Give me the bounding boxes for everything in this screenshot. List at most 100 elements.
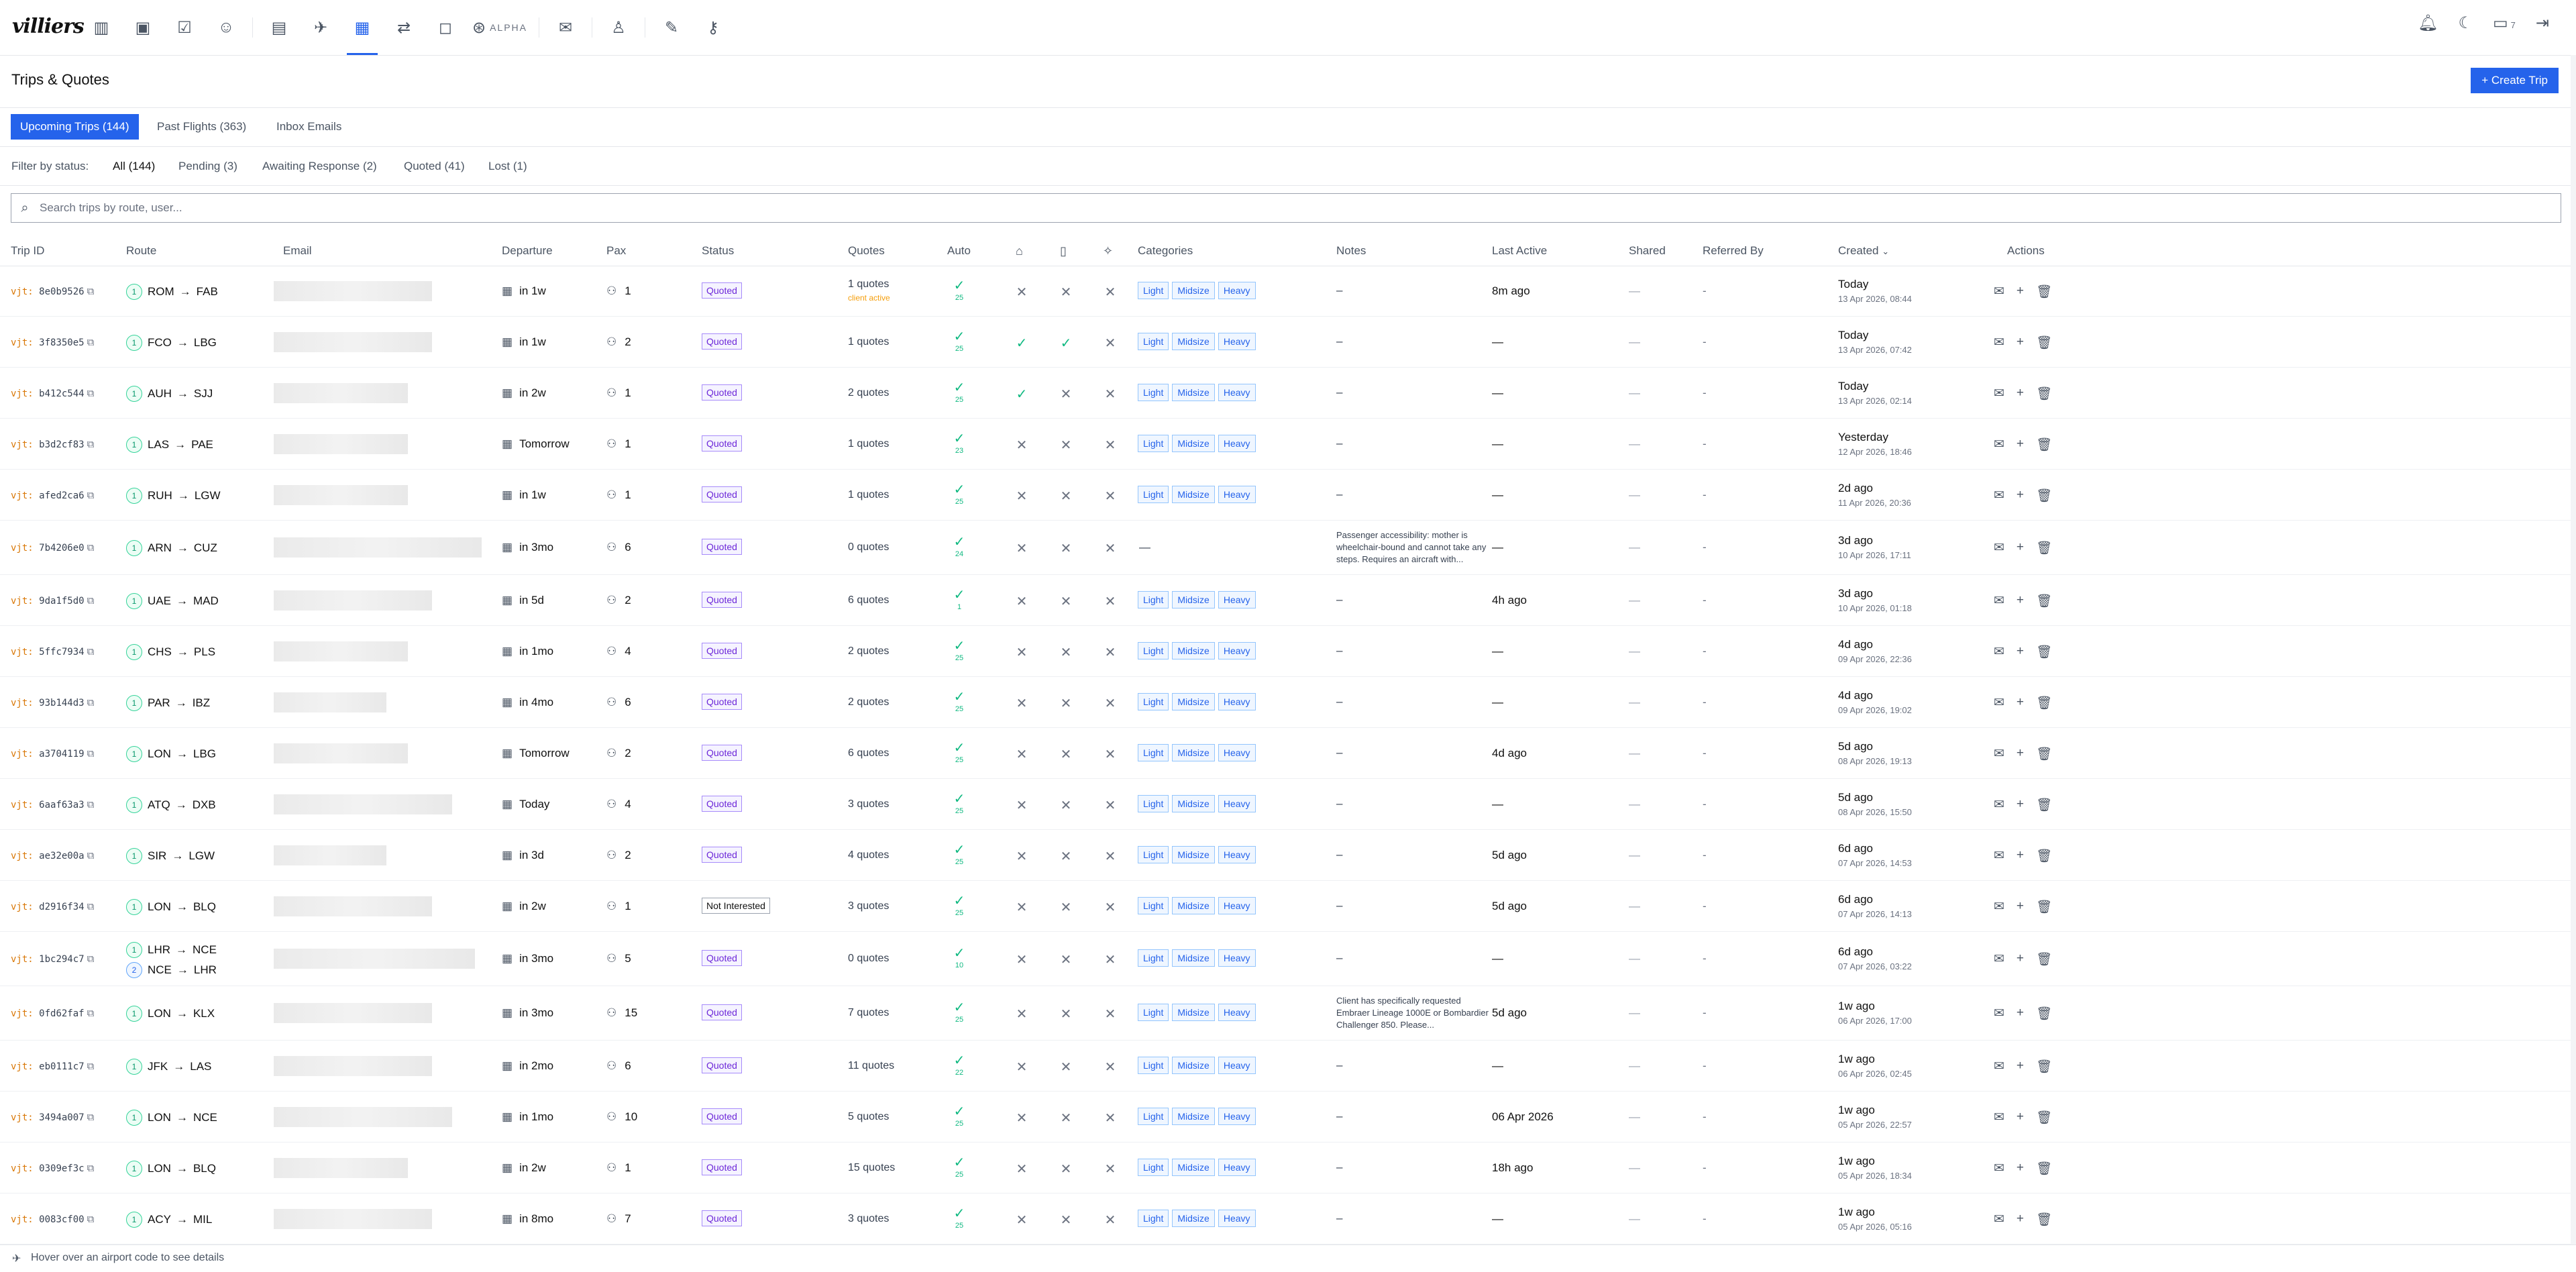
trash-icon[interactable]: 🗑︎ [2036, 540, 2052, 556]
category-tag[interactable]: Midsize [1172, 486, 1215, 503]
bell-icon[interactable]: 🔔︎ [2418, 13, 2438, 33]
notes-cell[interactable]: – [1336, 437, 1491, 449]
mail-icon[interactable]: ✉ [1994, 1161, 2004, 1177]
plus-icon[interactable]: + [2017, 335, 2024, 351]
notes-cell[interactable]: – [1336, 284, 1491, 297]
category-tag[interactable]: Light [1138, 591, 1169, 608]
notes-cell[interactable]: – [1336, 1059, 1491, 1071]
destination-airport[interactable]: LGW [195, 489, 221, 502]
notes-cell[interactable]: – [1336, 594, 1491, 606]
notes-cell[interactable]: – [1336, 335, 1491, 348]
table-row[interactable]: vjt: 9da1f5d0 ⧉ 1 UAE → MAD ▦ in 5d ⚇ 2 Quoted 6 qu… [0, 575, 2576, 626]
col-last-active[interactable]: Last Active [1492, 244, 1547, 258]
plus-icon[interactable]: + [2017, 848, 2024, 864]
quotes-cell[interactable]: 0 quotes [848, 541, 889, 553]
notes-cell[interactable]: – [1336, 747, 1491, 759]
status-badge[interactable]: Quoted [702, 643, 742, 659]
category-tag[interactable]: Heavy [1218, 1057, 1256, 1074]
copy-icon[interactable]: ⧉ [87, 489, 95, 501]
table-row[interactable]: vjt: b412c544 ⧉ 1 AUH → SJJ ▦ in 2w ⚇ 1 Quoted 2 qu… [0, 368, 2576, 419]
category-tag[interactable]: Light [1138, 1159, 1169, 1176]
category-tag[interactable]: Light [1138, 744, 1169, 761]
category-tag[interactable]: Light [1138, 795, 1169, 812]
origin-airport[interactable]: LON [148, 1111, 171, 1124]
category-tag[interactable]: Light [1138, 1004, 1169, 1021]
quotes-cell[interactable]: 4 quotes [848, 849, 889, 861]
category-tag[interactable]: Light [1138, 1108, 1169, 1125]
mail-icon[interactable]: ✉ [1994, 437, 2004, 453]
origin-airport[interactable]: ROM [148, 285, 174, 299]
wallet-icon[interactable]: ▣ [122, 13, 164, 42]
table-row[interactable]: vjt: eb0111c7 ⧉ 1 JFK → LAS ▦ in 2mo ⚇ 6 Quoted 11 … [0, 1041, 2576, 1092]
status-badge[interactable]: Quoted [702, 1108, 742, 1124]
trash-icon[interactable]: 🗑︎ [2036, 1006, 2052, 1022]
copy-icon[interactable]: ⧉ [87, 541, 95, 553]
notes-cell[interactable]: Client has specifically requested Embrae… [1336, 995, 1491, 1031]
trip-id[interactable]: vjt: 9da1f5d0 ⧉ [11, 594, 94, 606]
quotes-cell[interactable]: 1 quotes [848, 336, 889, 348]
trip-id[interactable]: vjt: 5ffc7934 ⧉ [11, 645, 94, 657]
quotes-cell[interactable]: 11 quotes [848, 1060, 894, 1072]
trip-id[interactable]: vjt: 8e0b9526 ⧉ [11, 285, 94, 297]
category-tag[interactable]: Heavy [1218, 642, 1256, 659]
calendar-icon[interactable]: ▦ [341, 13, 383, 55]
origin-airport[interactable]: LON [148, 747, 171, 761]
col-auto[interactable]: Auto [947, 244, 971, 258]
table-row[interactable]: vjt: a3704119 ⧉ 1 LON → LBG ▦ Tomorrow ⚇ 2 Quoted 6… [0, 728, 2576, 779]
notes-cell[interactable]: – [1336, 849, 1491, 861]
tab-past-flights[interactable]: Past Flights (363) [148, 114, 256, 140]
category-tag[interactable]: Light [1138, 846, 1169, 863]
category-tag[interactable]: Midsize [1172, 897, 1215, 914]
trip-id[interactable]: vjt: 3494a007 ⧉ [11, 1111, 94, 1123]
category-tag[interactable]: Light [1138, 1210, 1169, 1227]
plus-icon[interactable]: + [2017, 1212, 2024, 1228]
category-tag[interactable]: Midsize [1172, 642, 1215, 659]
mail-icon[interactable]: ✉ [1994, 1110, 2004, 1126]
status-badge[interactable]: Quoted [702, 384, 742, 401]
brain-icon[interactable]: ⊛ ALPHA [466, 13, 533, 42]
table-row[interactable]: vjt: 6aaf63a3 ⧉ 1 ATQ → DXB ▦ Today ⚇ 4 Quoted 3 qu… [0, 779, 2576, 830]
origin-airport[interactable]: ACY [148, 1213, 171, 1226]
mail-icon[interactable]: ✉ [1994, 644, 2004, 660]
mail-icon[interactable]: ✉ [1994, 848, 2004, 864]
notes-cell[interactable]: – [1336, 645, 1491, 657]
destination-airport[interactable]: NCE [193, 943, 217, 957]
origin-airport[interactable]: LON [148, 1007, 171, 1020]
quotes-cell[interactable]: 15 quotes [848, 1162, 895, 1174]
category-tag[interactable]: Heavy [1218, 1159, 1256, 1176]
destination-airport[interactable]: BLQ [193, 900, 216, 914]
quotes-cell[interactable]: 6 quotes [848, 747, 889, 759]
filter-awaiting-response[interactable]: Awaiting Response (2) [262, 160, 377, 173]
app-logo[interactable]: villiers [12, 15, 85, 38]
col-created[interactable]: Created ⌄ [1838, 244, 1889, 258]
copy-icon[interactable]: ⧉ [87, 1162, 95, 1174]
category-tag[interactable]: Heavy [1218, 1004, 1256, 1021]
table-row[interactable]: vjt: 7b4206e0 ⧉ 1 ARN → CUZ ▦ in 3mo ⚇ 6 Quoted 0 q… [0, 521, 2576, 575]
notes-cell[interactable]: Passenger accessibility: mother is wheel… [1336, 529, 1491, 566]
notes-cell[interactable]: – [1336, 952, 1491, 964]
quotes-cell[interactable]: 3 quotes [848, 1213, 889, 1225]
copy-icon[interactable]: ⧉ [87, 645, 95, 657]
destination-airport[interactable]: LAS [190, 1060, 211, 1073]
origin-airport[interactable]: ATQ [148, 798, 170, 812]
vertical-scrollbar[interactable] [2571, 55, 2576, 1244]
category-tag[interactable]: Heavy [1218, 435, 1256, 452]
category-tag[interactable]: Light [1138, 282, 1169, 299]
origin-airport[interactable]: ARN [148, 541, 172, 555]
category-tag[interactable]: Heavy [1218, 795, 1256, 812]
category-tag[interactable]: Light [1138, 333, 1169, 350]
status-badge[interactable]: Quoted [702, 539, 742, 555]
table-row[interactable]: vjt: 3494a007 ⧉ 1 LON → NCE ▦ in 1mo ⚇ 10 Quoted 5 … [0, 1092, 2576, 1143]
origin-airport[interactable]: LAS [148, 438, 169, 452]
copy-icon[interactable]: ⧉ [87, 747, 95, 759]
status-badge[interactable]: Quoted [702, 1057, 742, 1073]
col-quotes[interactable]: Quotes [848, 244, 885, 258]
destination-airport[interactable]: DXB [193, 798, 216, 812]
notes-cell[interactable]: – [1336, 488, 1491, 500]
create-trip-button[interactable]: + Create Trip [2471, 68, 2559, 93]
destination-airport[interactable]: NCE [193, 1111, 217, 1124]
category-tag[interactable]: Midsize [1172, 949, 1215, 967]
plus-icon[interactable]: + [2017, 1006, 2024, 1022]
filter-pending[interactable]: Pending (3) [178, 160, 237, 173]
plus-icon[interactable]: + [2017, 797, 2024, 813]
